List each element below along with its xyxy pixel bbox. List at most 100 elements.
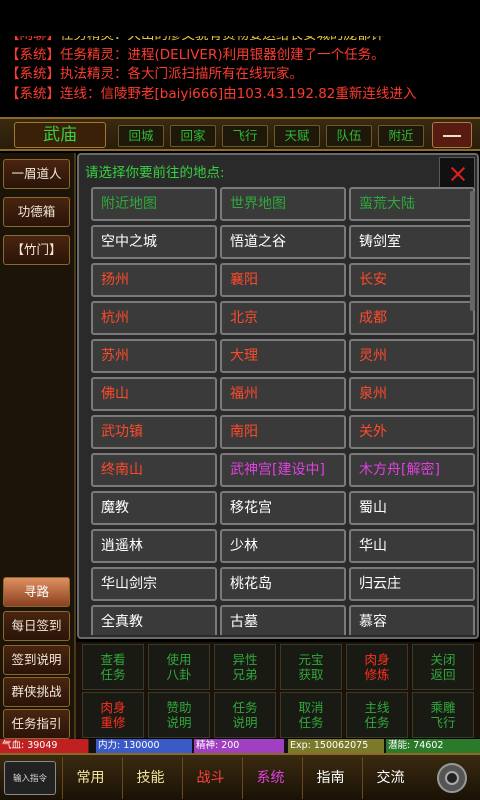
destination-button[interactable]: 古墓 [220,605,346,635]
destination-button[interactable]: 魔教 [91,491,217,525]
sidebar: 一眉道人 功德箱 【竹门】 寻路 每日签到 签到说明 群侠挑战 任务指引 [0,153,76,739]
sidebar-pathfind-button[interactable]: 寻路 [3,577,70,607]
action-button[interactable]: 元宝 获取 [280,644,342,690]
action-button[interactable]: 乘雕 飞行 [412,692,474,738]
close-icon[interactable] [439,157,475,189]
gear-icon[interactable] [432,759,472,797]
destination-button[interactable]: 杭州 [91,301,217,335]
chat-separator: ： [114,46,128,63]
destination-button[interactable]: 扬州 [91,263,217,297]
action-label-line1: 取消 [298,700,324,715]
action-label-line2: 修炼 [364,667,390,682]
action-button[interactable]: 肉身 修炼 [346,644,408,690]
tab-2[interactable]: 战斗 [182,757,238,799]
destination-button[interactable]: 逍遥林 [91,529,217,563]
destination-button[interactable]: 蜀山 [349,491,475,525]
destination-button[interactable]: 关外 [349,415,475,449]
tab-0[interactable]: 常用 [62,757,118,799]
destination-button[interactable]: 附近地图 [91,187,217,221]
destination-button[interactable]: 苏州 [91,339,217,373]
destination-button[interactable]: 大理 [220,339,346,373]
tab-3[interactable]: 系统 [242,757,298,799]
action-button[interactable]: 异性 兄弟 [214,644,276,690]
action-button[interactable]: 关闭 返回 [412,644,474,690]
destination-button[interactable]: 空中之城 [91,225,217,259]
location-action-button[interactable]: 附近 [378,125,424,147]
action-label-line2: 飞行 [430,715,456,730]
chat-log: 【闲聊】任务精灵：天山的廖文骁有货物要送给长安城的庞都钟【系统】任务精灵：进程(… [0,36,480,116]
location-action-button[interactable]: 回城 [118,125,164,147]
sidebar-bamboo-door-button[interactable]: 【竹门】 [3,235,70,265]
destination-button[interactable]: 终南山 [91,453,217,487]
destination-button[interactable]: 蛮荒大陆 [349,187,475,221]
sidebar-signin-info-button[interactable]: 签到说明 [3,645,70,675]
sidebar-npc-button[interactable]: 一眉道人 [3,159,70,189]
location-action-button[interactable]: 天赋 [274,125,320,147]
chat-separator: ： [114,66,128,82]
tab-4[interactable]: 指南 [302,757,358,799]
action-label-line1: 主线 [364,700,390,715]
destination-button[interactable]: 灵州 [349,339,475,373]
chat-message: 天山的廖文骁有货物要送给长安城的庞都钟 [128,36,385,43]
destination-button[interactable]: 南阳 [220,415,346,449]
destination-button[interactable]: 悟道之谷 [220,225,346,259]
action-label-line2: 任务 [100,667,126,682]
location-name: 武庙 [14,122,106,148]
tab-1[interactable]: 技能 [122,757,178,799]
action-grid: 查看 任务 使用 八卦 异性 兄弟 元宝 获取 肉身 修炼 关闭 返回 肉身 重修 赞助 说明 任务 说明 取消 任务… [76,642,480,738]
chat-line: 【系统】连线：信陵野老[baiyi666]由103.43.192.82重新连线进… [6,85,480,105]
destination-button[interactable]: 华山 [349,529,475,563]
location-action-button[interactable]: 回家 [170,125,216,147]
destination-button[interactable]: 武神宫[建设中] [220,453,346,487]
action-button[interactable]: 取消 任务 [280,692,342,738]
panel-title: 请选择你要前往的地点: [85,165,225,181]
sidebar-daily-signin-button[interactable]: 每日签到 [3,611,70,641]
sidebar-quest-guide-button[interactable]: 任务指引 [3,709,70,739]
action-button[interactable]: 肉身 重修 [82,692,144,738]
destination-button[interactable]: 福州 [220,377,346,411]
chat-separator: ： [87,85,101,102]
action-button[interactable]: 赞助 说明 [148,692,210,738]
input-command-button[interactable]: 输入指令 [4,761,56,795]
destination-button[interactable]: 铸剑室 [349,225,475,259]
action-label-line1: 任务 [232,700,258,715]
exp-stat: Exp: 150062075 [288,739,384,753]
scrollbar[interactable] [470,191,475,311]
action-button[interactable]: 查看 任务 [82,644,144,690]
destination-button[interactable]: 武功镇 [91,415,217,449]
destination-button[interactable]: 全真教 [91,605,217,635]
action-button[interactable]: 主线 任务 [346,692,408,738]
sidebar-merit-box-button[interactable]: 功德箱 [3,197,70,227]
location-action-button[interactable]: 队伍 [326,125,372,147]
destination-button[interactable]: 北京 [220,301,346,335]
destination-button[interactable]: 慕容 [349,605,475,635]
action-button[interactable]: 使用 八卦 [148,644,210,690]
tab-5[interactable]: 交流 [362,757,418,799]
destination-panel: 请选择你要前往的地点: 附近地图 世界地图 蛮荒大陆空中之城 悟道之谷 铸剑室扬州 襄阳长… [77,153,479,639]
destination-button[interactable]: 长安 [349,263,475,297]
action-button[interactable]: 任务 说明 [214,692,276,738]
chat-message: 各大门派扫描所有在线玩家。 [127,66,304,82]
destination-button[interactable]: 襄阳 [220,263,346,297]
chat-line: 【闲聊】任务精灵：天山的廖文骁有货物要送给长安城的庞都钟 [6,36,480,46]
destination-button[interactable]: 世界地图 [220,187,346,221]
action-label-line2: 重修 [100,715,126,730]
destination-button[interactable]: 归云庄 [349,567,475,601]
destination-button[interactable]: 华山剑宗 [91,567,217,601]
destination-button[interactable]: 少林 [220,529,346,563]
destination-button[interactable]: 泉州 [349,377,475,411]
chat-sender: 执法精灵 [60,66,114,82]
sidebar-hero-challenge-button[interactable]: 群侠挑战 [3,677,70,707]
destination-button[interactable]: 木方舟[解密] [349,453,475,487]
destination-button[interactable]: 桃花岛 [220,567,346,601]
action-label-line2: 获取 [298,667,324,682]
chat-message: 信陵野老[baiyi666]由103.43.192.82重新连线进入 [100,85,417,102]
destination-button[interactable]: 成都 [349,301,475,335]
destination-button[interactable]: 移花宫 [220,491,346,525]
destination-button[interactable]: 佛山 [91,377,217,411]
chat-message: 进程(DELIVER)利用银器创建了一个任务。 [127,46,385,63]
chat-sender: 连线 [60,85,87,102]
menu-button[interactable] [432,122,472,148]
action-label-line2: 返回 [430,667,456,682]
location-action-button[interactable]: 飞行 [222,125,268,147]
